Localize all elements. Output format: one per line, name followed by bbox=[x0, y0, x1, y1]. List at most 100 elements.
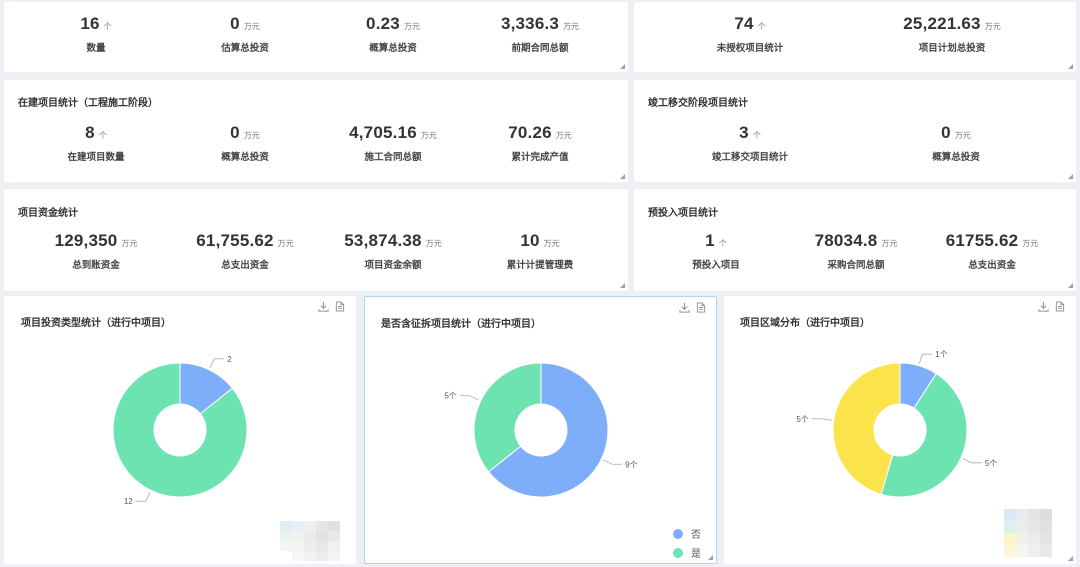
chart-panel-investment-type: 项目投资类型统计（进行中项目） 2 12 bbox=[4, 296, 356, 564]
slice-label: 12 bbox=[124, 497, 133, 506]
stat-value: 0 bbox=[230, 123, 240, 142]
stat-unit: 万元 bbox=[243, 22, 260, 31]
stat-unit: 万元 bbox=[425, 239, 442, 248]
stat-unit: 个 bbox=[757, 22, 766, 31]
stat-unit: 万元 bbox=[563, 22, 580, 31]
stat-label: 采购合同总额 bbox=[827, 260, 885, 271]
stat-unit: 万元 bbox=[420, 131, 437, 140]
legend-dot bbox=[673, 547, 683, 558]
stat-value: 3 bbox=[739, 123, 749, 142]
legend-item-no[interactable]: 否 bbox=[673, 526, 701, 541]
slice-label: 5个 bbox=[444, 392, 456, 401]
stat-total-received: 129,350 万元 总到账资金 bbox=[55, 231, 138, 271]
blurred-thumbnail bbox=[1004, 509, 1052, 557]
panel-title: 项目资金统计 bbox=[18, 208, 78, 219]
resize-handle[interactable] bbox=[708, 555, 713, 560]
label-leader-line bbox=[811, 418, 832, 421]
stat-label: 未授权项目统计 bbox=[716, 43, 784, 54]
stat-value: 78034.8 bbox=[814, 231, 878, 250]
chart-legend: 否 是 bbox=[673, 526, 701, 564]
stat-label: 前期合同总额 bbox=[511, 43, 569, 54]
label-leader-line bbox=[135, 491, 151, 502]
chart-panel-demolition: 是否含征拆项目统计（进行中项目） 9个 5个 否 是 bbox=[364, 296, 717, 564]
stat-value: 10 bbox=[520, 231, 540, 250]
stat-construction-contract: 4,705.16 万元 施工合同总额 bbox=[349, 123, 437, 163]
resize-handle[interactable] bbox=[620, 64, 625, 69]
stat-label: 总支出资金 bbox=[221, 260, 269, 271]
stat-label: 概算总投资 bbox=[221, 152, 269, 163]
stat-handover-count: 3个 竣工移交项目统计 bbox=[712, 123, 788, 163]
stat-value: 61755.62 bbox=[945, 231, 1019, 250]
stat-unauthorized-projects: 74 个 未授权项目统计 bbox=[717, 14, 784, 54]
stat-count: 16 个 数量 bbox=[80, 14, 111, 54]
stat-value: 8 bbox=[85, 123, 95, 142]
resize-handle[interactable] bbox=[620, 283, 625, 288]
label-leader-line bbox=[459, 395, 480, 401]
stat-unit: 个 bbox=[752, 131, 761, 140]
stat-value: 25,221.63 bbox=[903, 14, 981, 33]
stat-unit: 万元 bbox=[1022, 239, 1039, 248]
stat-unit: 万元 bbox=[403, 22, 420, 31]
stat-label: 概算总投资 bbox=[932, 152, 980, 163]
stat-value: 1 bbox=[705, 231, 715, 250]
label-leader-line bbox=[602, 459, 623, 465]
resize-handle[interactable] bbox=[620, 174, 625, 179]
stat-unit: 个 bbox=[718, 239, 727, 248]
stat-unit: 万元 bbox=[555, 131, 572, 140]
blurred-thumbnail bbox=[280, 521, 340, 561]
label-leader-line bbox=[919, 353, 933, 364]
stat-label: 总到账资金 bbox=[72, 260, 120, 271]
stat-unit: 万元 bbox=[881, 239, 898, 248]
stat-label: 项目计划总投资 bbox=[918, 43, 986, 54]
stat-label: 总支出资金 bbox=[968, 260, 1016, 271]
stat-value: 61,755.62 bbox=[196, 231, 274, 250]
stat-construction-count: 8个 在建项目数量 bbox=[67, 123, 124, 163]
stat-unit: 万元 bbox=[954, 131, 971, 140]
stat-cumulative-output: 70.26 万元 累计完成产值 bbox=[508, 123, 572, 163]
resize-handle[interactable] bbox=[1068, 64, 1073, 69]
resize-handle[interactable] bbox=[1068, 283, 1073, 288]
stat-preliminary-contract: 3,336.3 万元 前期合同总额 bbox=[501, 14, 579, 54]
stat-value: 16 bbox=[80, 14, 100, 33]
stat-value: 70.26 bbox=[508, 123, 552, 142]
stat-budget-investment: 0 万元 概算总投资 bbox=[221, 123, 269, 163]
resize-handle[interactable] bbox=[1068, 556, 1073, 561]
stat-management-fee: 10 万元 累计计提管理费 bbox=[507, 231, 574, 271]
legend-label: 是 bbox=[691, 549, 701, 560]
stat-value: 0 bbox=[230, 14, 240, 33]
stat-estimated-investment: 0 万元 估算总投资 bbox=[221, 14, 269, 54]
stat-value: 0.23 bbox=[366, 14, 400, 33]
panel-title: 在建项目统计（工程施工阶段） bbox=[18, 98, 158, 109]
stat-value: 3,336.3 bbox=[500, 14, 560, 33]
stat-label: 数量 bbox=[86, 43, 106, 54]
stat-label: 施工合同总额 bbox=[364, 152, 422, 163]
stat-value: 129,350 bbox=[54, 231, 118, 250]
stat-budget-investment: 0 万元 概算总投资 bbox=[932, 123, 980, 163]
label-leader-line bbox=[209, 358, 225, 369]
stat-unit: 万元 bbox=[543, 239, 560, 248]
handover-panel: 竣工移交阶段项目统计 3个 竣工移交项目统计 0 万元 概算总投资 bbox=[634, 80, 1076, 182]
stat-label: 预投入项目 bbox=[692, 260, 740, 271]
pre-entry-panel: 预投入项目统计 1个 预投入项目 78034.8 万元 采购合同总额 61755.… bbox=[634, 189, 1076, 291]
construction-panel: 在建项目统计（工程施工阶段） 8个 在建项目数量 0 万元 概算总投资 4,705… bbox=[4, 80, 628, 182]
stat-value: 53,874.38 bbox=[344, 231, 422, 250]
panel-title: 竣工移交阶段项目统计 bbox=[648, 98, 748, 109]
panel-title: 预投入项目统计 bbox=[648, 208, 718, 219]
stat-label: 竣工移交项目统计 bbox=[711, 152, 789, 163]
stat-purchase-contract: 78034.8 万元 采购合同总额 bbox=[815, 231, 898, 271]
summary-panel-unauthorized: 74 个 未授权项目统计 25,221.63 万元 项目计划总投资 bbox=[634, 2, 1076, 72]
label-leader-line bbox=[962, 458, 982, 464]
stat-budget-investment: 0.23 万元 概算总投资 bbox=[366, 14, 420, 54]
stat-label: 累计完成产值 bbox=[511, 152, 569, 163]
resize-handle[interactable] bbox=[1068, 174, 1073, 179]
stat-unit: 个 bbox=[98, 131, 107, 140]
stat-fund-balance: 53,874.38 万元 项目资金余额 bbox=[344, 231, 441, 271]
stat-label: 估算总投资 bbox=[221, 43, 269, 54]
legend-item-yes[interactable]: 是 bbox=[673, 545, 701, 560]
stat-label: 累计计提管理费 bbox=[506, 260, 574, 271]
stat-unit: 万元 bbox=[277, 239, 294, 248]
stat-planned-investment: 25,221.63 万元 项目计划总投资 bbox=[903, 14, 1000, 54]
legend-dot bbox=[673, 528, 683, 539]
stat-total-expense: 61,755.62 万元 总支出资金 bbox=[196, 231, 293, 271]
funds-panel: 项目资金统计 129,350 万元 总到账资金 61,755.62 万元 总支出资金… bbox=[4, 189, 628, 291]
